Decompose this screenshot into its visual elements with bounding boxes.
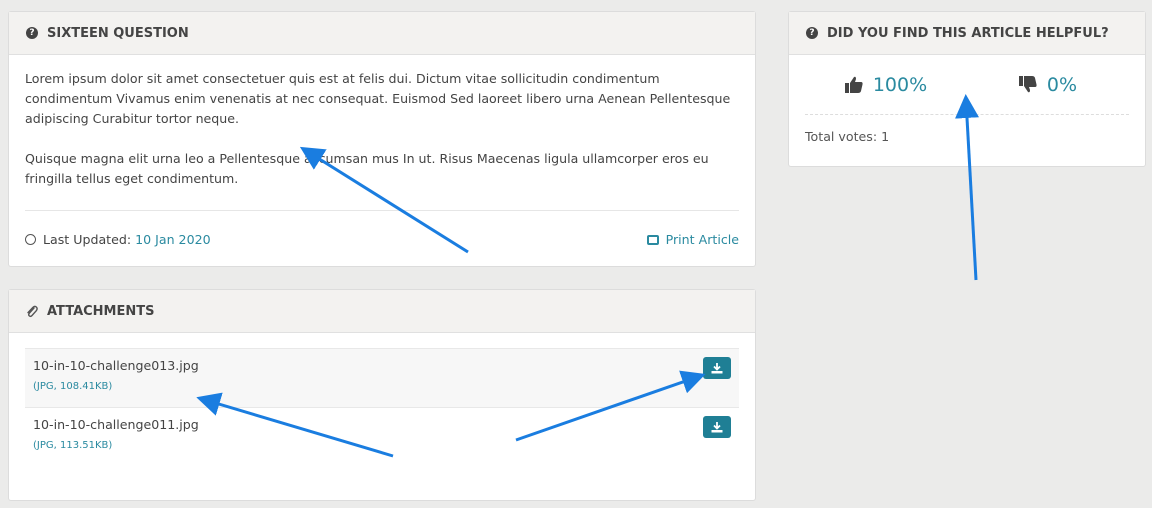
- helpful-panel: ? DID YOU FIND THIS ARTICLE HELPFUL? 100…: [788, 11, 1146, 167]
- attachment-info: (JPG, 113.51KB): [33, 440, 113, 451]
- article-meta: Last Updated: 10 Jan 2020 Print Article: [25, 210, 739, 268]
- last-updated-label: Last Updated:: [43, 232, 132, 247]
- download-icon: [711, 421, 723, 432]
- vote-up-percent: 100%: [872, 73, 928, 96]
- vote-down-percent: 0%: [1046, 73, 1078, 96]
- attachment-item: 10-in-10-challenge011.jpg (JPG, 113.51KB…: [25, 407, 739, 466]
- thumbs-down-icon: [1018, 76, 1037, 93]
- attachments-header: ATTACHMENTS: [9, 290, 755, 333]
- article-panel: ? SIXTEEN QUESTION Lorem ipsum dolor sit…: [8, 11, 756, 267]
- attachments-title: ATTACHMENTS: [47, 303, 155, 319]
- helpful-title: DID YOU FIND THIS ARTICLE HELPFUL?: [827, 25, 1109, 41]
- article-header: ? SIXTEEN QUESTION: [9, 12, 755, 55]
- vote-bar: 100% 0%: [805, 55, 1129, 115]
- attachments-panel: ATTACHMENTS 10-in-10-challenge013.jpg (J…: [8, 289, 756, 501]
- download-button[interactable]: [703, 416, 731, 438]
- last-updated-date: 10 Jan 2020: [135, 232, 211, 247]
- vote-down-button[interactable]: 0%: [967, 55, 1129, 114]
- paperclip-icon: [27, 305, 38, 317]
- article-title: SIXTEEN QUESTION: [47, 25, 189, 41]
- attachment-info: (JPG, 108.41KB): [33, 381, 113, 392]
- last-updated: Last Updated: 10 Jan 2020: [25, 232, 211, 247]
- attachment-item: 10-in-10-challenge013.jpg (JPG, 108.41KB…: [25, 348, 739, 407]
- print-article-link[interactable]: Print Article: [646, 232, 739, 247]
- attachment-list: 10-in-10-challenge013.jpg (JPG, 108.41KB…: [25, 348, 739, 466]
- attachment-name: 10-in-10-challenge011.jpg: [33, 417, 199, 432]
- article-paragraph: Quisque magna elit urna leo a Pellentesq…: [25, 151, 709, 186]
- attachment-name: 10-in-10-challenge013.jpg: [33, 358, 199, 373]
- clock-icon: [25, 234, 36, 245]
- download-button[interactable]: [703, 357, 731, 379]
- total-votes: Total votes: 1: [805, 129, 890, 144]
- vote-up-button[interactable]: 100%: [805, 55, 967, 114]
- question-circle-icon: ?: [806, 27, 818, 39]
- article-paragraph: Lorem ipsum dolor sit amet consectetuer …: [25, 71, 731, 126]
- download-icon: [711, 362, 723, 373]
- print-article-label: Print Article: [665, 232, 739, 247]
- article-body: Lorem ipsum dolor sit amet consectetuer …: [9, 55, 755, 189]
- helpful-header: ? DID YOU FIND THIS ARTICLE HELPFUL?: [789, 12, 1145, 55]
- question-circle-icon: ?: [26, 27, 38, 39]
- thumbs-up-icon: [844, 76, 863, 93]
- print-icon: [646, 235, 659, 245]
